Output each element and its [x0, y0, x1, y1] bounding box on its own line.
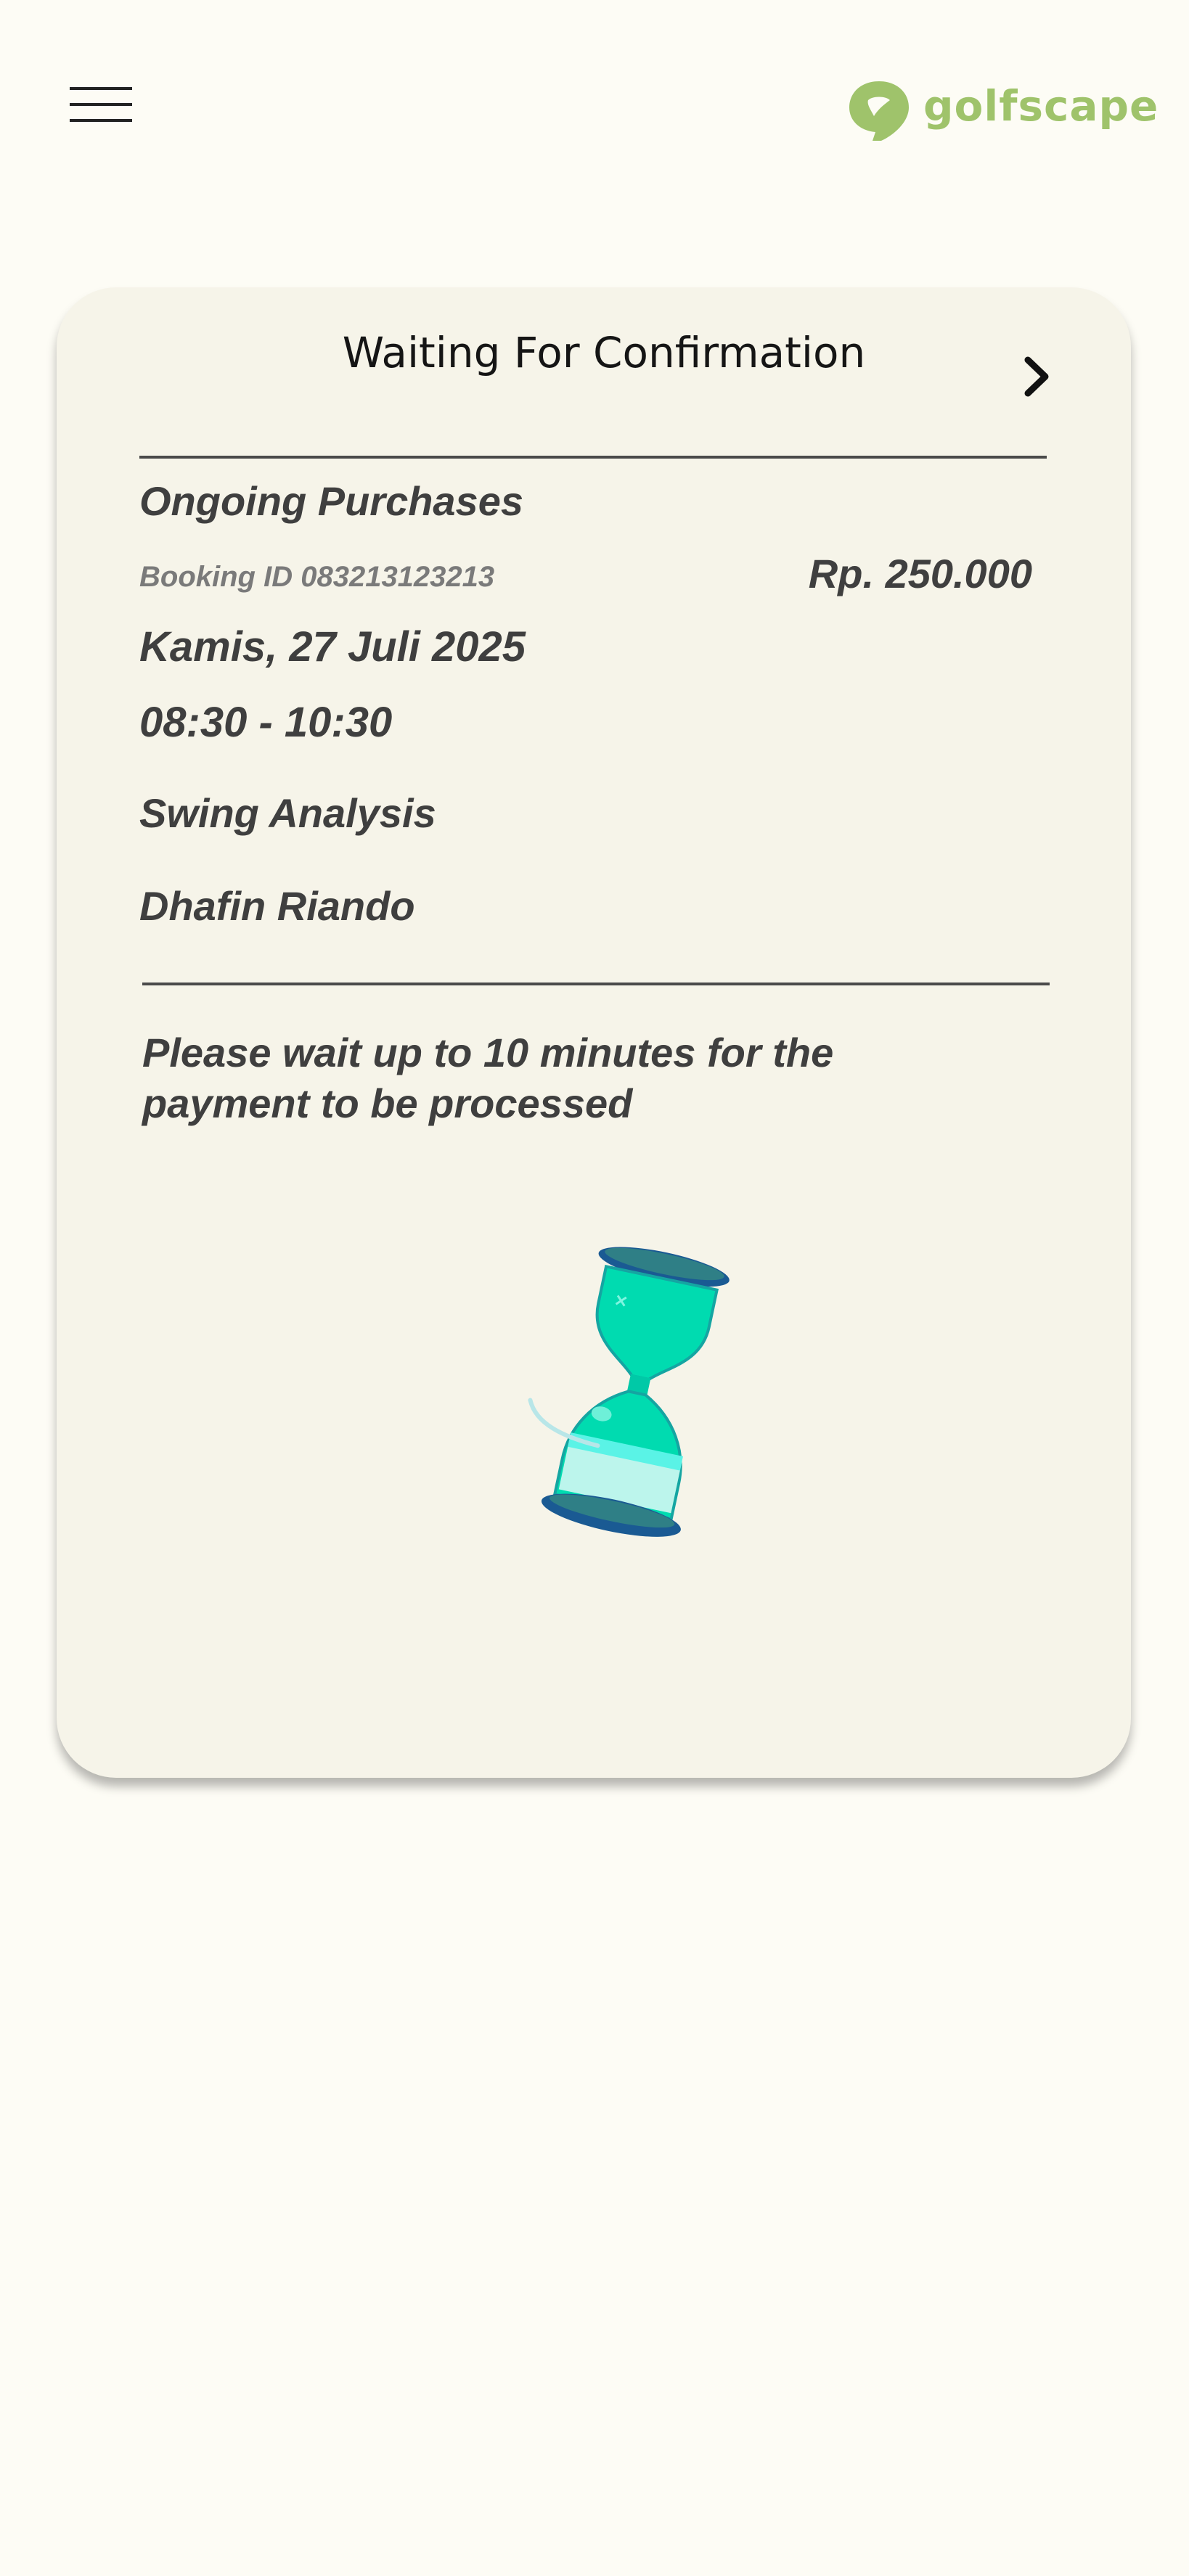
- waiting-note: Please wait up to 10 minutes for the pay…: [142, 1030, 834, 1126]
- booking-date: Kamis, 27 Juli 2025: [139, 623, 526, 670]
- golfscape-pin-icon: [849, 81, 909, 141]
- hamburger-menu-icon: [70, 87, 132, 90]
- booking-id: Booking ID 083213123213: [139, 561, 495, 593]
- section-label: Ongoing Purchases: [139, 478, 523, 524]
- divider-bottom: [142, 983, 1050, 985]
- menu-button[interactable]: [70, 84, 135, 125]
- booking-time: 08:30 - 10:30: [139, 699, 393, 746]
- chevron-right-icon[interactable]: [1012, 351, 1063, 402]
- price: Rp. 250.000: [808, 551, 1032, 596]
- card-title: Waiting For Confirmation: [342, 328, 866, 377]
- divider-top: [139, 456, 1047, 459]
- app-header: golfscape: [0, 0, 1189, 210]
- brand-logo[interactable]: golfscape: [842, 75, 1158, 141]
- hourglass-icon: [528, 1247, 730, 1537]
- booking-status-card: Waiting For Confirmation Ongoing Purchas…: [57, 287, 1131, 1778]
- brand-name: golfscape: [923, 81, 1159, 131]
- coach-name: Dhafin Riando: [139, 883, 415, 929]
- service-name: Swing Analysis: [139, 790, 436, 836]
